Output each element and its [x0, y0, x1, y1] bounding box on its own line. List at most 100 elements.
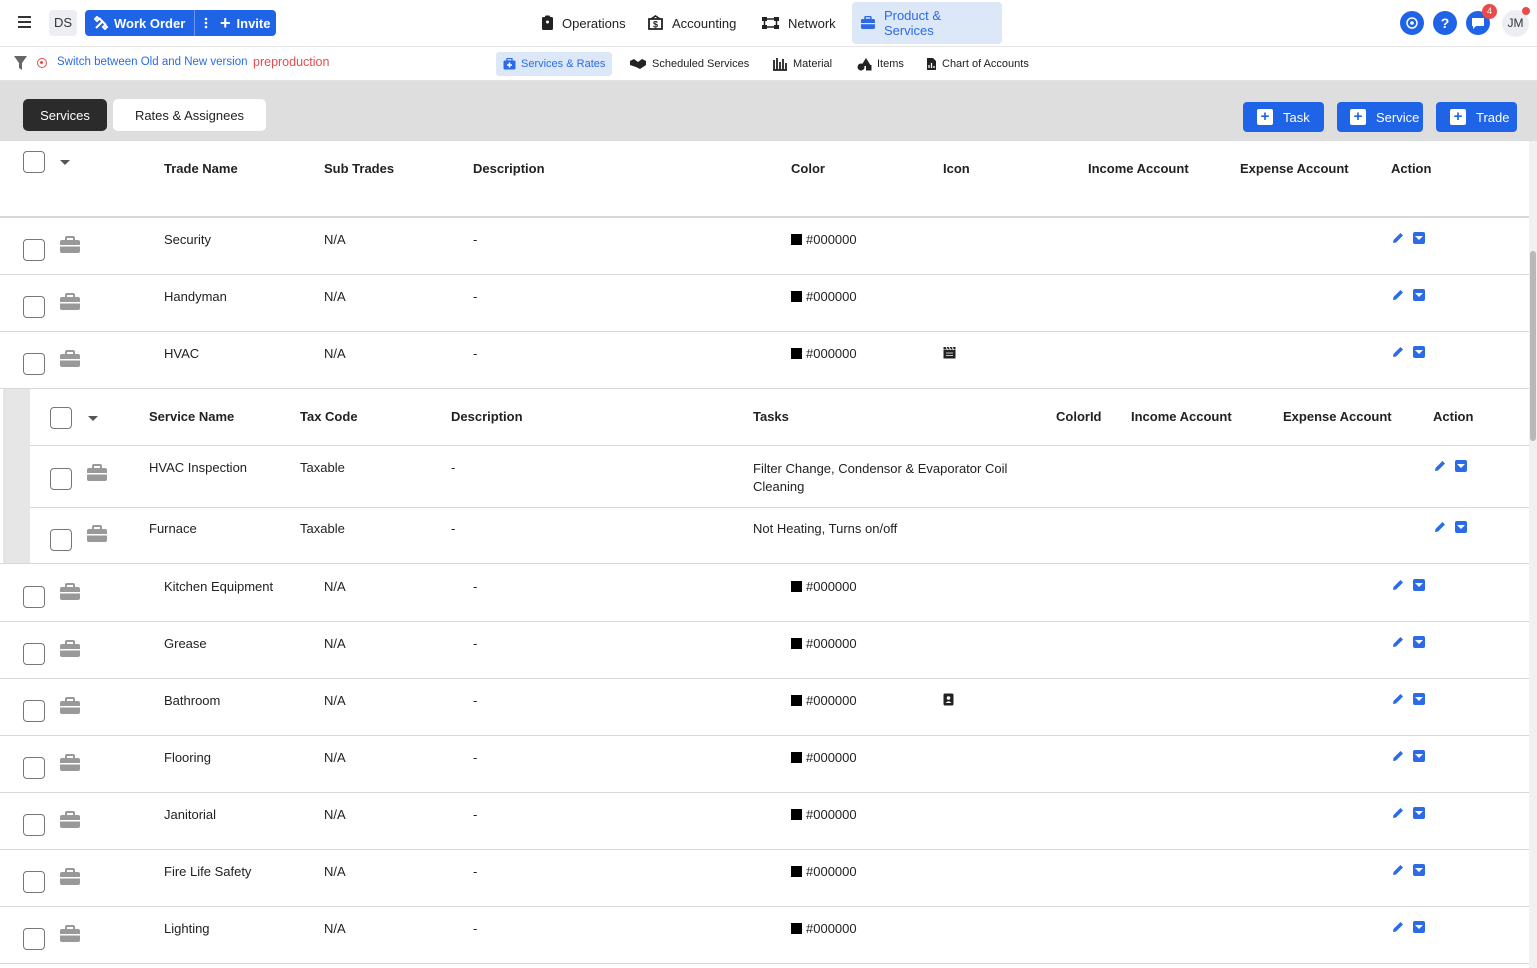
row-checkbox[interactable] [23, 814, 45, 836]
select-all-checkbox[interactable] [23, 151, 45, 173]
row-checkbox[interactable] [23, 757, 45, 779]
edit-icon[interactable] [1391, 749, 1405, 763]
header-sub-description[interactable]: Description [451, 409, 523, 424]
dropdown-icon[interactable] [1413, 232, 1425, 244]
tab-chart-of-accounts[interactable]: Chart of Accounts [926, 52, 1029, 76]
nav-product-services[interactable]: Product & Services [852, 2, 1002, 44]
header-service-name[interactable]: Service Name [149, 409, 234, 424]
header-description[interactable]: Description [473, 161, 545, 176]
nav-operations-label: Operations [562, 15, 626, 31]
add-service-button[interactable]: + Service [1337, 102, 1423, 132]
table-row: Kitchen Equipment N/A - #000000 [0, 565, 1529, 622]
help-icon[interactable]: ? [1433, 11, 1457, 35]
nav-network-label: Network [788, 15, 836, 31]
row-checkbox[interactable] [23, 928, 45, 950]
edit-icon[interactable] [1391, 345, 1405, 359]
trade-name: Fire Life Safety [164, 864, 252, 879]
header-sub-income-account[interactable]: Income Account [1131, 409, 1232, 424]
dollar-icon: $ [648, 15, 663, 30]
nav-accounting[interactable]: $ Accounting [647, 2, 736, 44]
edit-icon[interactable] [1391, 692, 1405, 706]
row-checkbox[interactable] [23, 643, 45, 665]
service-description: - [451, 521, 456, 536]
target-icon[interactable] [1400, 11, 1424, 35]
trade-description: - [473, 750, 478, 765]
dropdown-icon[interactable] [1413, 636, 1425, 648]
tab-material[interactable]: Material [772, 52, 832, 76]
nav-accounting-label: Accounting [672, 15, 737, 31]
trade-color: #000000 [791, 289, 857, 304]
edit-icon[interactable] [1391, 578, 1405, 592]
caret-down-icon[interactable] [60, 160, 70, 165]
subtable-select-all-checkbox[interactable] [50, 407, 72, 429]
network-icon [762, 17, 779, 29]
trade-name: Security [164, 232, 211, 247]
header-expense-account[interactable]: Expense Account [1240, 161, 1349, 176]
dropdown-icon[interactable] [1413, 579, 1425, 591]
dropdown-icon[interactable] [1455, 460, 1467, 472]
header-sub-expense-account[interactable]: Expense Account [1283, 409, 1392, 424]
filter-icon[interactable] [13, 55, 28, 71]
caret-down-icon[interactable] [88, 416, 98, 421]
table-row: HVAC N/A - #000000 [0, 332, 1529, 389]
table-row: Grease N/A - #000000 [0, 622, 1529, 679]
nav-network[interactable]: Network [761, 2, 836, 44]
add-trade-button[interactable]: + Trade [1436, 102, 1517, 132]
header-sub-trades[interactable]: Sub Trades [324, 161, 394, 176]
header-trade-name[interactable]: Trade Name [164, 161, 238, 176]
segment-rates-assignees[interactable]: Rates & Assignees [113, 99, 266, 131]
row-checkbox[interactable] [23, 871, 45, 893]
edit-icon[interactable] [1391, 231, 1405, 245]
header-icon[interactable]: Icon [943, 161, 970, 176]
medical-briefcase-icon [503, 58, 516, 70]
scrollbar-thumb[interactable] [1530, 251, 1536, 441]
vertical-scrollbar[interactable] [1529, 141, 1537, 968]
tab-items[interactable]: Items [857, 52, 904, 76]
handshake-icon [630, 59, 646, 69]
add-task-button[interactable]: + Task [1243, 102, 1324, 132]
edit-icon[interactable] [1433, 520, 1447, 534]
row-checkbox[interactable] [23, 353, 45, 375]
color-swatch [791, 752, 802, 763]
invite-button[interactable]: + Invite [211, 10, 276, 36]
dropdown-icon[interactable] [1413, 921, 1425, 933]
plus-square-icon: + [1257, 109, 1273, 125]
table-row: Security N/A - #000000 [0, 218, 1529, 275]
briefcase-icon [60, 697, 80, 714]
trade-name: Flooring [164, 750, 211, 765]
dropdown-icon[interactable] [1413, 864, 1425, 876]
tab-services-rates[interactable]: Services & Rates [496, 52, 613, 76]
edit-icon[interactable] [1391, 288, 1405, 302]
row-checkbox[interactable] [50, 468, 72, 490]
header-income-account[interactable]: Income Account [1088, 161, 1189, 176]
edit-icon[interactable] [1433, 459, 1447, 473]
row-checkbox[interactable] [23, 296, 45, 318]
tab-scheduled-services[interactable]: Scheduled Services [629, 52, 749, 76]
dropdown-icon[interactable] [1413, 750, 1425, 762]
edit-icon[interactable] [1391, 635, 1405, 649]
menu-icon[interactable] [14, 13, 34, 33]
switch-version-link[interactable]: Switch between Old and New version [57, 56, 248, 68]
row-checkbox[interactable] [50, 529, 72, 551]
header-tasks[interactable]: Tasks [753, 409, 789, 424]
work-order-button[interactable]: Work Order [85, 10, 218, 36]
edit-icon[interactable] [1391, 863, 1405, 877]
dropdown-icon[interactable] [1413, 289, 1425, 301]
edit-icon[interactable] [1391, 920, 1405, 934]
header-tax-code[interactable]: Tax Code [300, 409, 358, 424]
trade-description: - [473, 864, 478, 879]
dropdown-icon[interactable] [1413, 693, 1425, 705]
edit-icon[interactable] [1391, 806, 1405, 820]
ds-button[interactable]: DS [49, 10, 77, 36]
dropdown-icon[interactable] [1413, 346, 1425, 358]
dropdown-icon[interactable] [1455, 521, 1467, 533]
header-color[interactable]: Color [791, 161, 825, 176]
row-checkbox[interactable] [23, 700, 45, 722]
nav-operations[interactable]: Operations [541, 2, 626, 44]
material-icon [773, 58, 787, 71]
segment-services[interactable]: Services [23, 99, 107, 131]
header-colorid[interactable]: ColorId [1056, 409, 1102, 424]
row-checkbox[interactable] [23, 586, 45, 608]
row-checkbox[interactable] [23, 239, 45, 261]
dropdown-icon[interactable] [1413, 807, 1425, 819]
